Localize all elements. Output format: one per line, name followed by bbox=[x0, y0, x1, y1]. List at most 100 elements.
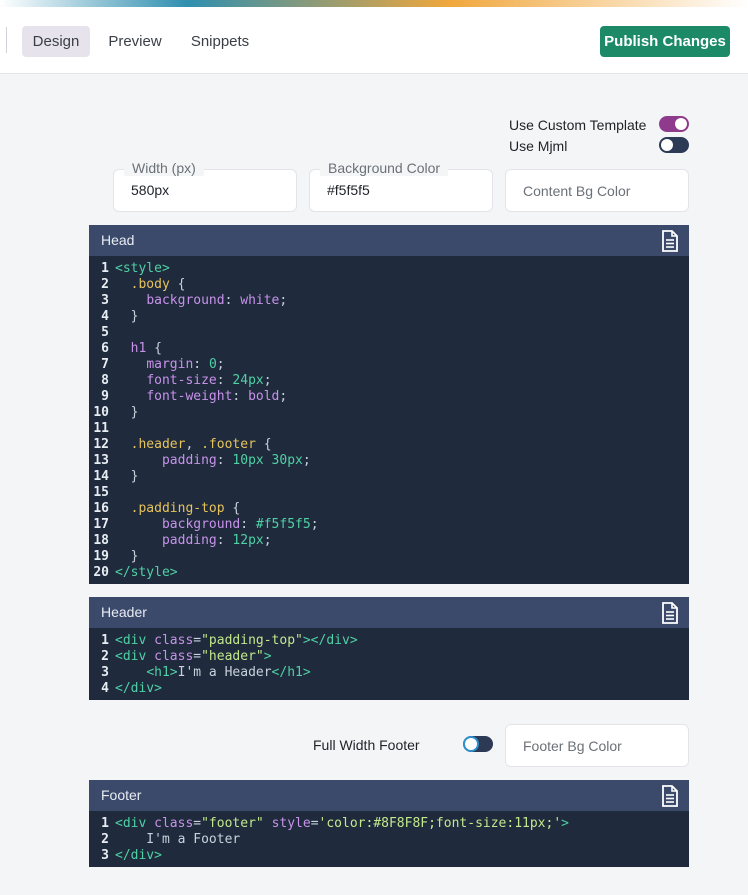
content-bg-color-placeholder: Content Bg Color bbox=[523, 183, 631, 199]
head-panel-header: Head bbox=[89, 225, 689, 256]
code-line: 18 padding: 12px; bbox=[89, 533, 689, 549]
line-number: 6 bbox=[101, 341, 109, 356]
publish-changes-button[interactable]: Publish Changes bbox=[600, 26, 730, 57]
code-text: <div class="header"> bbox=[115, 649, 272, 664]
line-number: 12 bbox=[93, 437, 109, 452]
line-number: 3 bbox=[101, 665, 109, 680]
copy-document-icon[interactable] bbox=[659, 602, 679, 624]
line-number: 4 bbox=[101, 681, 109, 696]
code-line: 1 <div class="padding-top"></div> bbox=[89, 633, 689, 649]
code-text: <style> bbox=[115, 261, 170, 276]
code-line: 20 </style> bbox=[89, 565, 689, 581]
code-line: 6 h1 { bbox=[89, 341, 689, 357]
line-number: 19 bbox=[93, 549, 109, 564]
code-line: 3 background: white; bbox=[89, 293, 689, 309]
divider bbox=[6, 27, 7, 53]
code-text: } bbox=[115, 405, 139, 420]
code-text: margin: 0; bbox=[146, 357, 225, 372]
footer-code-editor[interactable]: 1 <div class="footer" style='color:#8F8F8… bbox=[89, 811, 689, 867]
code-text: <div class="padding-top"></div> bbox=[115, 633, 358, 648]
footer-panel-header: Footer bbox=[89, 780, 689, 811]
code-line: 19 } bbox=[89, 549, 689, 565]
full-width-footer-label: Full Width Footer bbox=[313, 737, 420, 753]
line-number: 4 bbox=[101, 309, 109, 324]
toggle-knob bbox=[661, 139, 673, 151]
code-text: } bbox=[115, 309, 139, 324]
toggle-knob bbox=[465, 738, 477, 750]
line-number: 13 bbox=[93, 453, 109, 468]
content-bg-color-field[interactable]: Content Bg Color bbox=[505, 169, 689, 212]
code-text: .body { bbox=[130, 277, 186, 292]
tab-preview[interactable]: Preview bbox=[100, 26, 170, 57]
line-number: 3 bbox=[101, 848, 109, 863]
line-number: 15 bbox=[93, 485, 109, 500]
code-line: 2 I'm a Footer bbox=[89, 832, 689, 848]
line-number: 1 bbox=[101, 261, 109, 276]
line-number: 2 bbox=[101, 832, 109, 847]
code-line: 9 font-weight: bold; bbox=[89, 389, 689, 405]
line-number: 9 bbox=[101, 389, 109, 404]
line-number: 5 bbox=[101, 325, 109, 340]
tab-snippets[interactable]: Snippets bbox=[182, 26, 258, 57]
top-accent-stripe bbox=[0, 0, 748, 7]
line-number: 2 bbox=[101, 649, 109, 664]
use-mjml-label: Use Mjml bbox=[509, 138, 568, 154]
line-number: 16 bbox=[93, 501, 109, 516]
code-line: 3 </div> bbox=[89, 848, 689, 864]
head-panel: Head 1 <style> 2 .body {3 background: whit… bbox=[89, 225, 689, 584]
code-text: } bbox=[115, 469, 139, 484]
code-text: </div> bbox=[115, 681, 162, 696]
copy-document-icon[interactable] bbox=[659, 785, 679, 807]
width-field-label: Width (px) bbox=[124, 160, 204, 176]
code-line: 14 } bbox=[89, 469, 689, 485]
code-line: 8 font-size: 24px; bbox=[89, 373, 689, 389]
header-code-editor[interactable]: 1 <div class="padding-top"></div> 2 <div cl… bbox=[89, 628, 689, 700]
width-field[interactable]: Width (px) 580px bbox=[113, 160, 297, 212]
use-custom-template-label: Use Custom Template bbox=[509, 117, 647, 133]
code-line: 1 <style> bbox=[89, 261, 689, 277]
copy-document-icon[interactable] bbox=[659, 230, 679, 252]
full-width-footer-toggle[interactable] bbox=[463, 736, 493, 752]
line-number: 11 bbox=[93, 421, 109, 436]
footer-panel-title: Footer bbox=[101, 787, 142, 803]
toggle-knob bbox=[675, 118, 687, 130]
footer-bg-color-placeholder: Footer Bg Color bbox=[523, 738, 622, 754]
code-line: 11 bbox=[89, 421, 689, 437]
code-line: 3 <h1>I'm a Header</h1> bbox=[89, 665, 689, 681]
header-panel: Header 1 <div class="padding-top"></div> 2… bbox=[89, 597, 689, 700]
code-line: 17 background: #f5f5f5; bbox=[89, 517, 689, 533]
code-text: padding: 10px 30px; bbox=[161, 453, 311, 468]
width-field-value: 580px bbox=[131, 182, 170, 198]
code-text: </style> bbox=[115, 565, 178, 580]
background-color-field-label: Background Color bbox=[320, 160, 449, 176]
code-line: 4 } bbox=[89, 309, 689, 325]
line-number: 20 bbox=[93, 565, 109, 580]
code-text: font-weight: bold; bbox=[146, 389, 288, 404]
code-line: 13 padding: 10px 30px; bbox=[89, 453, 689, 469]
use-custom-template-toggle[interactable] bbox=[659, 116, 689, 132]
code-text: } bbox=[115, 549, 139, 564]
code-line: 4 </div> bbox=[89, 681, 689, 697]
code-line: 5 bbox=[89, 325, 689, 341]
line-number: 2 bbox=[101, 277, 109, 292]
background-color-field[interactable]: Background Color #f5f5f5 bbox=[309, 160, 493, 212]
line-number: 8 bbox=[101, 373, 109, 388]
code-text: font-size: 24px; bbox=[146, 373, 272, 388]
tab-design[interactable]: Design bbox=[22, 26, 90, 57]
code-line: 10 } bbox=[89, 405, 689, 421]
line-number: 10 bbox=[93, 405, 109, 420]
use-mjml-toggle[interactable] bbox=[659, 137, 689, 153]
code-text: I'm a Footer bbox=[115, 832, 241, 847]
head-code-editor[interactable]: 1 <style> 2 .body {3 background: white; 4 }… bbox=[89, 256, 689, 584]
line-number: 3 bbox=[101, 293, 109, 308]
line-number: 1 bbox=[101, 816, 109, 831]
line-number: 7 bbox=[101, 357, 109, 372]
code-line: 1 <div class="footer" style='color:#8F8F8… bbox=[89, 816, 689, 832]
footer-bg-color-field[interactable]: Footer Bg Color bbox=[505, 724, 689, 767]
code-text: <h1>I'm a Header</h1> bbox=[146, 665, 311, 680]
code-text: </div> bbox=[115, 848, 162, 863]
head-panel-title: Head bbox=[101, 232, 135, 248]
background-color-field-value: #f5f5f5 bbox=[327, 182, 370, 198]
code-text: background: white; bbox=[146, 293, 288, 308]
header-panel-title: Header bbox=[101, 604, 147, 620]
